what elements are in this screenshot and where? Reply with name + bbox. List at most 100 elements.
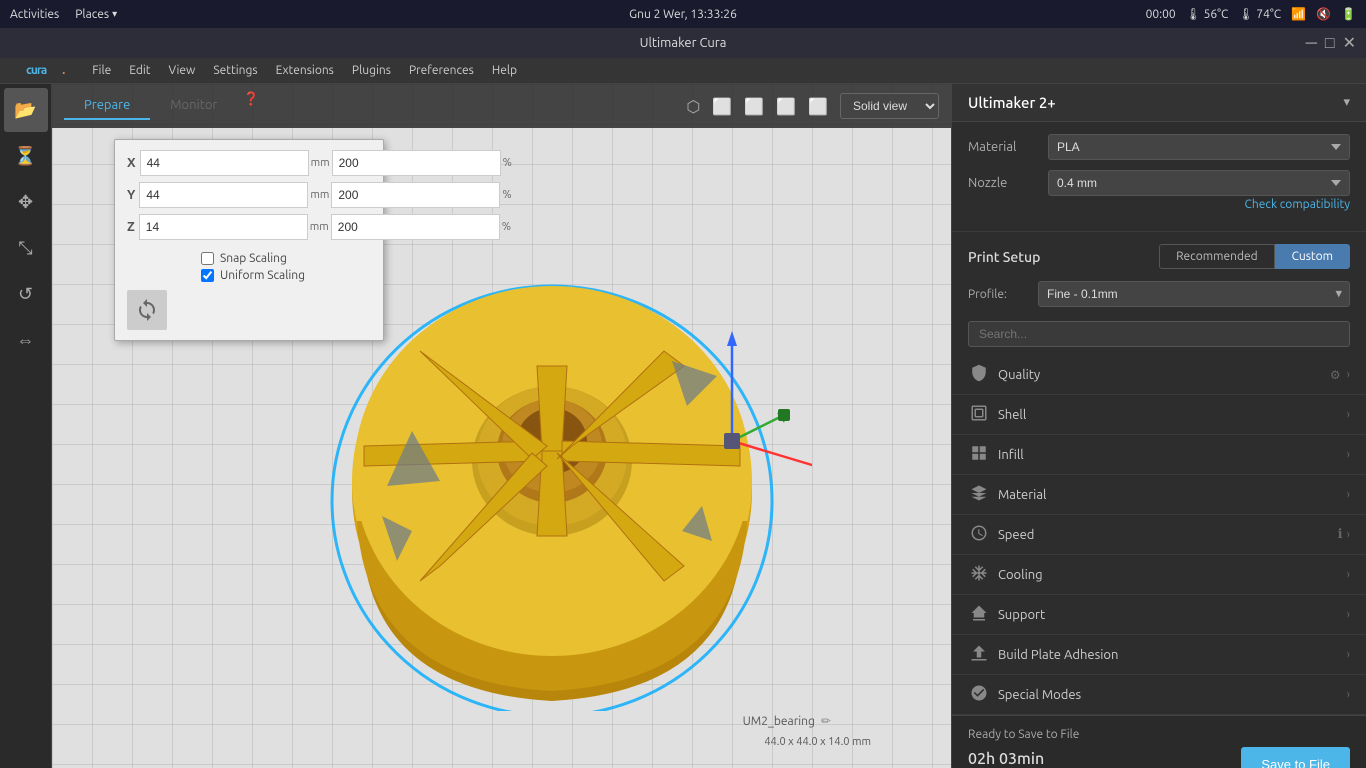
view-right-icon[interactable]: ⬜ — [804, 95, 832, 118]
build-plate-chevron-icon[interactable]: › — [1347, 648, 1350, 661]
object-dimensions-label: 44.0 x 44.0 x 14.0 mm — [764, 736, 871, 748]
menu-plugins[interactable]: Plugins — [344, 62, 399, 79]
cura-logo: cura. — [8, 62, 82, 79]
quality-chevron-icon[interactable]: › — [1347, 368, 1350, 381]
edit-name-icon[interactable]: ✏ — [821, 714, 831, 728]
view-icons: ⬡ ⬜ ⬜ ⬜ ⬜ — [682, 95, 832, 118]
material-nozzle-section: Material PLA ABS PETG Nozzle 0.4 mm 0.8 … — [952, 122, 1366, 232]
cooling-chevron-icon[interactable]: › — [1347, 568, 1350, 581]
special-modes-chevron-icon[interactable]: › — [1347, 688, 1350, 701]
menu-settings[interactable]: Settings — [205, 62, 265, 79]
setting-item-infill[interactable]: Infill › — [952, 435, 1366, 475]
places-menu[interactable]: Places — [75, 8, 117, 21]
x-size-input[interactable] — [140, 150, 309, 176]
view-front-icon[interactable]: ⬜ — [708, 95, 736, 118]
y-size-input[interactable] — [139, 182, 308, 208]
snap-scaling-checkbox[interactable] — [201, 252, 214, 265]
setting-item-build-plate[interactable]: Build Plate Adhesion › — [952, 635, 1366, 675]
help-icon[interactable]: ❓ — [243, 92, 259, 120]
speed-chevron-icon[interactable]: › — [1347, 528, 1350, 541]
left-toolbar: 📂 ⏳ ✥ ⤡ ↺ ⇔ — [0, 84, 52, 768]
settings-search-input[interactable] — [968, 321, 1350, 347]
support-icon — [968, 604, 990, 625]
temp2-label: 🌡 74°C — [1238, 7, 1281, 21]
nozzle-select[interactable]: 0.4 mm 0.8 mm 0.25 mm — [1048, 170, 1350, 196]
speed-info-icon[interactable] — [1338, 527, 1343, 542]
material-select[interactable]: PLA ABS PETG — [1048, 134, 1350, 160]
material-icon — [968, 484, 990, 505]
shell-chevron-icon[interactable]: › — [1347, 408, 1350, 421]
close-button[interactable]: ✕ — [1343, 35, 1356, 51]
tab-monitor[interactable]: Monitor — [150, 92, 237, 120]
material-chevron-icon[interactable]: › — [1347, 488, 1350, 501]
infill-chevron-icon[interactable]: › — [1347, 448, 1350, 461]
z-unit-label: mm — [310, 221, 329, 233]
wifi-icon: 📶 — [1291, 7, 1306, 21]
profile-label: Profile: — [968, 288, 1028, 301]
shell-label: Shell — [998, 408, 1347, 422]
y-pct-input[interactable] — [331, 182, 500, 208]
snap-scaling-label: Snap Scaling — [220, 252, 287, 265]
menu-extensions[interactable]: Extensions — [268, 62, 342, 79]
tab-recommended[interactable]: Recommended — [1159, 244, 1275, 269]
move-tool[interactable]: ✥ — [4, 180, 48, 224]
setting-item-shell[interactable]: Shell › — [952, 395, 1366, 435]
setting-item-quality[interactable]: Quality › — [952, 355, 1366, 395]
minimize-button[interactable]: ─ — [1306, 35, 1317, 51]
reset-scale-button[interactable] — [127, 290, 167, 330]
save-to-file-button[interactable]: Save to File — [1241, 747, 1350, 768]
x-pct-input[interactable] — [332, 150, 501, 176]
material-label: Material — [968, 140, 1048, 154]
print-time-label: 02h 03min — [968, 750, 1044, 768]
uniform-scaling-label: Uniform Scaling — [220, 269, 305, 282]
slice-button[interactable]: ⏳ — [4, 134, 48, 178]
setting-item-cooling[interactable]: Cooling › — [952, 555, 1366, 595]
tab-prepare[interactable]: Prepare — [64, 92, 150, 120]
special-modes-label: Special Modes — [998, 688, 1347, 702]
quality-gear-icon[interactable] — [1330, 368, 1341, 382]
z-axis-label: Z — [127, 220, 135, 234]
activities-label[interactable]: Activities — [10, 8, 59, 21]
open-file-button[interactable]: 📂 — [4, 88, 48, 132]
view-back-icon[interactable]: ⬜ — [740, 95, 768, 118]
support-label: Support — [998, 608, 1347, 622]
view-left-icon[interactable]: ⬜ — [772, 95, 800, 118]
quality-icon — [968, 364, 990, 385]
speed-icon — [968, 524, 990, 545]
build-plate-icon — [968, 644, 990, 665]
menu-edit[interactable]: Edit — [121, 62, 158, 79]
menu-help[interactable]: Help — [484, 62, 525, 79]
scale-tool[interactable]: ⤡ — [4, 226, 48, 270]
shell-icon — [968, 404, 990, 425]
printer-select-chevron[interactable]: ▾ — [1343, 95, 1350, 110]
rotate-tool[interactable]: ↺ — [4, 272, 48, 316]
support-chevron-icon[interactable]: › — [1347, 608, 1350, 621]
right-panel: Ultimaker 2+ ▾ Material PLA ABS PETG Noz… — [951, 84, 1366, 768]
tab-custom[interactable]: Custom — [1275, 244, 1350, 269]
x-pct-unit: % — [503, 157, 512, 169]
canvas-tabs: Prepare Monitor ❓ — [64, 92, 260, 120]
menu-file[interactable]: File — [84, 62, 119, 79]
setting-item-special-modes[interactable]: Special Modes › — [952, 675, 1366, 715]
uniform-scaling-checkbox[interactable] — [201, 269, 214, 282]
infill-label: Infill — [998, 448, 1347, 462]
z-pct-input[interactable] — [331, 214, 500, 240]
object-name-label: UM2_bearing ✏ — [743, 714, 831, 728]
setting-item-material[interactable]: Material › — [952, 475, 1366, 515]
view-mode-select[interactable]: Solid view X-Ray view Layer view — [840, 93, 939, 119]
mirror-tool[interactable]: ⇔ — [4, 318, 48, 362]
z-size-input[interactable] — [139, 214, 308, 240]
maximize-button[interactable]: □ — [1325, 35, 1335, 51]
menu-view[interactable]: View — [161, 62, 204, 79]
setting-item-support[interactable]: Support › — [952, 595, 1366, 635]
check-compatibility-link[interactable]: Check compatibility — [968, 196, 1350, 219]
profile-select[interactable]: Fine - 0.1mm Normal - 0.15mm Fast - 0.2m… — [1038, 281, 1350, 307]
perspective-3d-icon[interactable]: ⬡ — [682, 95, 704, 118]
setting-item-speed[interactable]: Speed › — [952, 515, 1366, 555]
menu-preferences[interactable]: Preferences — [401, 62, 482, 79]
speaker-icon: 🔇 — [1316, 7, 1331, 21]
settings-list: Quality › Shell › Infill › — [952, 355, 1366, 715]
main-layout: 📂 ⏳ ✥ ⤡ ↺ ⇔ Prepare Monitor ❓ ⬡ ⬜ ⬜ ⬜ ⬜ … — [0, 84, 1366, 768]
speed-label: Speed — [998, 528, 1338, 542]
scale-popup: X mm % Y mm % Z mm — [114, 139, 384, 341]
